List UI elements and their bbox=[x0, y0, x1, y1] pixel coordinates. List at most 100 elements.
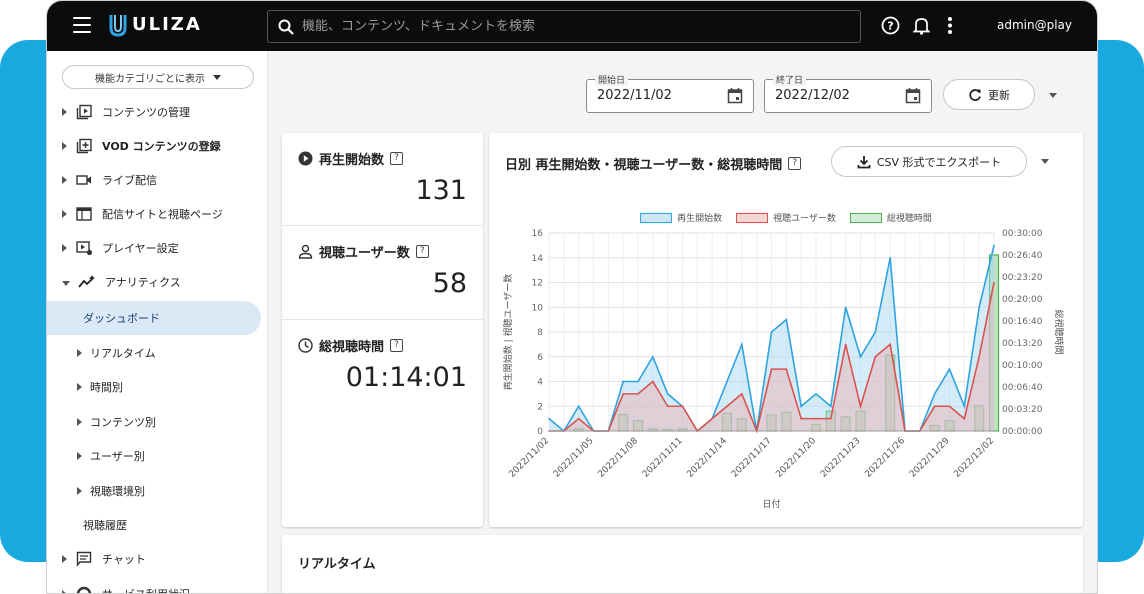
sidebar-item-content-management[interactable]: コンテンツの管理 bbox=[47, 95, 268, 129]
y2-tick-label: 00:23:20 bbox=[1002, 273, 1043, 283]
y2-tick-label: 00:00:00 bbox=[1002, 427, 1043, 437]
series-users-point bbox=[711, 417, 713, 420]
help-tooltip-icon[interactable]: ? bbox=[390, 339, 404, 352]
videocam-icon bbox=[75, 172, 93, 188]
sidebar-item-analytics[interactable]: アナリティクス bbox=[47, 265, 268, 299]
end-date-label: 終了日 bbox=[773, 73, 807, 86]
x-tick-label: 2022/11/26 bbox=[863, 436, 907, 480]
sidebar-subitem-dashboard[interactable]: ダッシュボード bbox=[47, 301, 261, 335]
sidebar-item-label: ライブ配信 bbox=[102, 174, 157, 187]
expand-arrow-icon bbox=[62, 555, 67, 563]
start-date-value: 2022/11/02 bbox=[597, 88, 672, 103]
series-users-point bbox=[978, 355, 980, 358]
sidebar-item-delivery-site[interactable]: 配信サイトと視聴ページ bbox=[47, 197, 268, 231]
series-plays-point bbox=[889, 256, 891, 259]
sidebar-subitem-by-user[interactable]: ユーザー別 bbox=[47, 439, 268, 473]
sidebar-item-label: チャット bbox=[102, 553, 146, 566]
help-tooltip-icon[interactable]: ? bbox=[390, 152, 404, 165]
end-date-value: 2022/12/02 bbox=[775, 88, 850, 103]
user-account[interactable]: admin@play bbox=[997, 18, 1072, 32]
series-users-point bbox=[874, 355, 877, 358]
series-plays-point bbox=[933, 393, 936, 395]
legend-swatch-watch-time bbox=[849, 212, 882, 223]
sidebar-item-player-settings[interactable]: プレイヤー設定 bbox=[47, 231, 268, 265]
y-tick-label: 16 bbox=[532, 229, 544, 239]
refresh-options-dropdown-icon[interactable] bbox=[1049, 93, 1057, 98]
end-date-field[interactable]: 終了日 2022/12/02 bbox=[764, 73, 932, 113]
menu-icon[interactable] bbox=[73, 17, 91, 33]
sidebar-subitem-label: ユーザー別 bbox=[90, 450, 145, 463]
series-users-point bbox=[889, 343, 891, 346]
search-box[interactable] bbox=[267, 10, 861, 43]
y2-tick-label: 00:30:00 bbox=[1002, 229, 1043, 239]
category-select[interactable]: 機能カテゴリごとに表示 bbox=[62, 65, 254, 89]
y2-tick-label: 00:26:40 bbox=[1002, 251, 1043, 261]
series-users-point bbox=[577, 417, 580, 420]
y2-tick-label: 00:13:20 bbox=[1002, 339, 1043, 349]
start-date-label: 開始日 bbox=[595, 73, 629, 86]
stat-plays-label: 再生開始数 bbox=[319, 153, 385, 168]
stat-users-label: 視聴ユーザー数 bbox=[319, 246, 410, 261]
sidebar-item-live[interactable]: ライブ配信 bbox=[47, 163, 268, 197]
y2-tick-label: 00:10:00 bbox=[1002, 361, 1043, 371]
sidebar-subitem-hourly[interactable]: 時間別 bbox=[47, 370, 268, 404]
series-users-point bbox=[830, 417, 832, 420]
notification-bell-icon[interactable] bbox=[913, 16, 930, 35]
sidebar-item-service-usage[interactable]: サービス利用状況 bbox=[47, 577, 268, 593]
person-icon bbox=[298, 244, 313, 259]
series-users-point bbox=[815, 417, 817, 420]
expand-arrow-icon bbox=[62, 142, 67, 150]
sidebar-subitem-by-environment[interactable]: 視聴環境別 bbox=[47, 474, 268, 508]
series-plays-point bbox=[963, 405, 966, 408]
x-tick-label: 2022/11/11 bbox=[641, 436, 685, 480]
help-icon[interactable]: ? bbox=[881, 16, 900, 35]
calendar-icon[interactable] bbox=[905, 87, 921, 104]
series-plays-point bbox=[726, 380, 728, 383]
x-tick-label: 2022/11/14 bbox=[685, 436, 729, 480]
series-plays-point bbox=[859, 355, 862, 358]
search-icon bbox=[278, 19, 294, 35]
start-date-field[interactable]: 開始日 2022/11/02 bbox=[586, 73, 754, 113]
collapse-arrow-icon bbox=[62, 280, 70, 286]
chart-card-title: 日別 再生開始数・視聴ユーザー数・総視聴時間 ? bbox=[505, 154, 802, 173]
sidebar-subitem-realtime[interactable]: リアルタイム bbox=[47, 336, 268, 370]
top-bar: ULIZA ? admin@play bbox=[47, 1, 1097, 51]
expand-arrow-icon bbox=[77, 418, 82, 426]
legend-swatch-plays bbox=[640, 212, 673, 223]
sidebar-subitem-label: 視聴履歴 bbox=[83, 519, 127, 532]
calendar-icon[interactable] bbox=[727, 87, 743, 104]
series-plays-point bbox=[948, 368, 951, 370]
expand-arrow-icon bbox=[77, 349, 82, 357]
chart-card: 日別 再生開始数・視聴ユーザー数・総視聴時間 ? CSV 形式でエクスポート 再… bbox=[489, 133, 1083, 527]
y-tick-label: 8 bbox=[537, 328, 543, 338]
stat-users: 視聴ユーザー数 ? 58 bbox=[282, 226, 483, 319]
y-tick-label: 6 bbox=[537, 353, 543, 363]
series-plays-point bbox=[666, 393, 669, 395]
series-plays-point bbox=[830, 405, 832, 408]
series-users-point bbox=[993, 281, 995, 284]
stat-users-title: 視聴ユーザー数 ? bbox=[298, 242, 429, 261]
sidebar-item-vod-register[interactable]: VOD コンテンツの登録 bbox=[47, 129, 268, 163]
help-tooltip-icon[interactable]: ? bbox=[788, 157, 802, 170]
sidebar-subitem-history[interactable]: 視聴履歴 bbox=[47, 508, 268, 542]
series-plays-point bbox=[785, 318, 788, 321]
sidebar-subitem-by-content[interactable]: コンテンツ別 bbox=[47, 405, 268, 439]
series-plays-point bbox=[652, 355, 654, 358]
csv-export-button[interactable]: CSV 形式でエクスポート bbox=[831, 146, 1027, 177]
refresh-button[interactable]: 更新 bbox=[943, 79, 1035, 110]
series-users-point bbox=[681, 405, 684, 408]
series-plays-point bbox=[548, 417, 550, 420]
search-input[interactable] bbox=[302, 19, 842, 34]
more-vert-icon[interactable] bbox=[947, 16, 953, 35]
series-users-point bbox=[785, 368, 788, 370]
y-tick-label: 12 bbox=[532, 279, 543, 289]
help-tooltip-icon[interactable]: ? bbox=[415, 245, 429, 258]
chart-panel-title: 日別 再生開始数・視聴ユーザー数・総視聴時間 bbox=[505, 158, 783, 173]
sidebar-item-chat[interactable]: チャット bbox=[47, 542, 268, 576]
export-options-dropdown-icon[interactable] bbox=[1041, 159, 1049, 164]
expand-arrow-icon bbox=[77, 383, 82, 391]
series-plays-point bbox=[978, 306, 980, 309]
sidebar: 機能カテゴリごとに表示 コンテンツの管理 VOD コンテンツの登録 ライブ配信 bbox=[47, 51, 268, 593]
expand-arrow-icon bbox=[62, 590, 67, 593]
sidebar-item-label: VOD コンテンツの登録 bbox=[102, 140, 221, 153]
